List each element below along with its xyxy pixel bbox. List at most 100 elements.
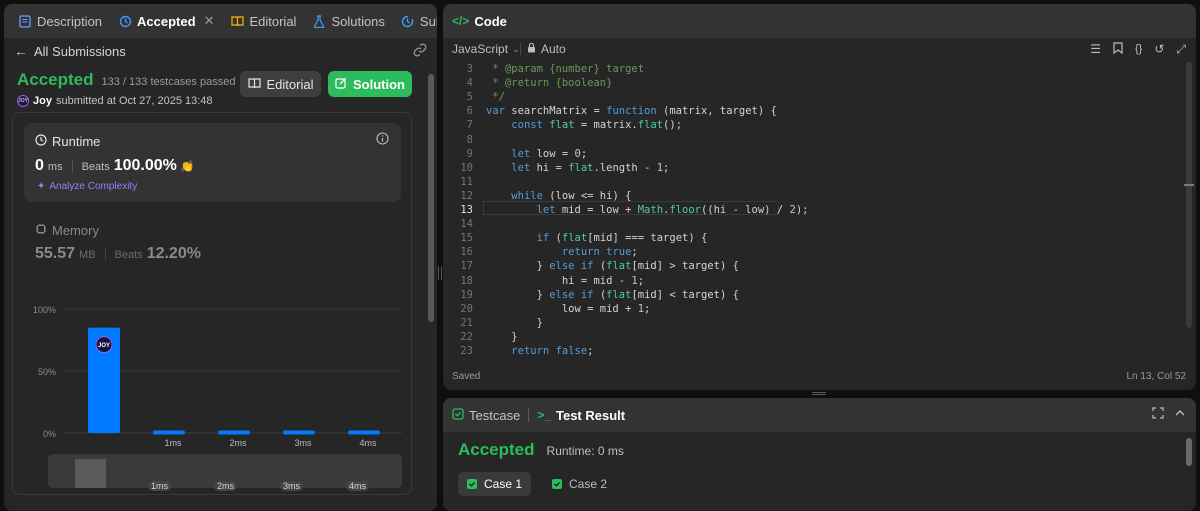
line-text: while (low <= hi) { <box>511 189 632 202</box>
all-submissions-link[interactable]: All Submissions <box>34 44 126 59</box>
test-result-panel: Testcase >_ Test Result Accepted Runtime… <box>443 398 1196 511</box>
language-select[interactable]: JavaScript ⌄ <box>452 42 520 56</box>
maximize-icon[interactable] <box>1152 407 1164 422</box>
vertical-resize-handle[interactable] <box>438 266 442 280</box>
runtime-beats: 100.00% <box>113 157 177 174</box>
solution-button[interactable]: Solution <box>328 71 412 97</box>
code-line[interactable]: 10 let hi = flat.length - 1; <box>443 161 1143 175</box>
x-tick-label: 4ms <box>359 438 377 447</box>
link-icon[interactable] <box>413 43 427 60</box>
auto-label: Auto <box>541 42 566 56</box>
line-number: 19 <box>460 288 473 301</box>
result-scrollbar[interactable] <box>1186 438 1192 466</box>
code-line[interactable]: 3 * @param {number} target <box>443 62 1143 76</box>
chevron-up-icon[interactable] <box>1174 407 1186 422</box>
editorial-button[interactable]: Editorial <box>240 71 321 97</box>
horizontal-resize-handle[interactable] <box>812 392 826 395</box>
overview-tick-label: 1ms <box>148 481 172 491</box>
line-number: 17 <box>460 260 473 273</box>
format-icon[interactable]: ☰ <box>1090 42 1101 56</box>
code-line[interactable]: 15 if (flat[mid] === target) { <box>443 231 1143 245</box>
line-number: 5 <box>466 91 473 104</box>
tab-accepted[interactable]: Accepted ✕ <box>112 4 220 38</box>
tab-label: Submissions <box>419 13 437 29</box>
tab-label: Editorial <box>249 13 297 29</box>
y-tick-label: 0% <box>43 429 56 439</box>
sparkle-icon: ✦ <box>37 181 46 192</box>
memory-beats-label: Beats <box>114 249 143 261</box>
code-line[interactable]: 22 } <box>443 330 1143 344</box>
tab-submissions[interactable]: Submissions <box>395 4 437 38</box>
code-panel: </> Code JavaScript ⌄ Auto ☰ {} ↺ ⤢ 3 * … <box>443 4 1196 390</box>
line-number: 9 <box>466 147 473 160</box>
braces-icon[interactable]: {} <box>1135 43 1142 55</box>
info-icon[interactable] <box>376 132 389 150</box>
line-text: * @param {number} target <box>486 63 645 75</box>
scrollbar[interactable] <box>428 74 434 322</box>
result-tab-bar: Testcase >_ Test Result <box>443 398 1196 432</box>
divider <box>104 248 106 260</box>
line-number: 15 <box>460 232 473 245</box>
code-title: Code <box>474 13 507 29</box>
book-icon <box>247 77 261 92</box>
editor-scrollbar[interactable] <box>1186 62 1192 328</box>
code-line[interactable]: 11 <box>443 175 1143 189</box>
tab-solutions[interactable]: Solutions <box>306 4 390 38</box>
line-number: 16 <box>460 246 473 259</box>
code-line[interactable]: 17 } else if (flat[mid] > target) { <box>443 259 1143 273</box>
testcases-passed: 133 / 133 testcases passed <box>101 76 236 88</box>
your-submission-label: JOY <box>98 343 110 349</box>
code-line[interactable]: 5 */ <box>443 90 1143 104</box>
close-icon[interactable]: ✕ <box>204 13 215 29</box>
arrow-left-icon[interactable]: ← <box>14 43 28 59</box>
tab-test-result[interactable]: >_ Test Result <box>531 398 631 432</box>
line-text: hi = mid - 1; <box>486 274 645 287</box>
code-line[interactable]: 18 hi = mid - 1; <box>443 274 1143 288</box>
editor-statusbar: Saved Ln 13, Col 52 <box>443 364 1196 390</box>
tab-testcase[interactable]: Testcase <box>452 398 526 432</box>
code-line[interactable]: 4 * @return {boolean} <box>443 76 1143 90</box>
tab-label: Solutions <box>331 13 385 29</box>
code-line[interactable]: 6 var searchMatrix = function (matrix, ta… <box>443 104 1143 118</box>
divider <box>71 160 73 172</box>
code-editor[interactable]: 3 * @param {number} target 4 * @return {b… <box>443 60 1196 360</box>
auto-mode[interactable]: Auto <box>527 42 566 56</box>
line-text: let low = 0; <box>511 147 588 160</box>
code-line[interactable]: 20 low = mid + 1; <box>443 302 1143 316</box>
code-line[interactable]: 21 } <box>443 316 1143 330</box>
history-icon <box>401 14 415 28</box>
code-line[interactable]: 23 return false; <box>443 344 1143 358</box>
submission-status: Accepted <box>17 70 94 89</box>
checkbox-icon <box>452 407 464 423</box>
memory-beats: 12.20% <box>146 245 201 262</box>
case-1-button[interactable]: Case 1 <box>458 472 531 496</box>
code-line[interactable]: 7 const flat = matrix.flat(); <box>443 118 1143 132</box>
result-status: Accepted <box>458 440 535 459</box>
line-text: var searchMatrix = function (matrix, tar… <box>486 105 777 118</box>
expand-icon[interactable]: ⤢ <box>1176 42 1186 57</box>
code-line[interactable]: 19 } else if (flat[mid] < target) { <box>443 288 1143 302</box>
code-line[interactable]: 13 let mid = low + Math.floor((hi - low)… <box>443 203 1143 217</box>
bookmark-icon[interactable] <box>1113 41 1123 57</box>
code-line[interactable]: 16 return true; <box>443 245 1143 259</box>
reset-icon[interactable]: ↺ <box>1154 42 1164 56</box>
case-2-button[interactable]: Case 2 <box>543 472 616 496</box>
editorial-label: Editorial <box>266 76 314 92</box>
tab-editorial[interactable]: Editorial <box>224 4 302 38</box>
lock-icon <box>527 42 536 56</box>
tab-divider <box>528 408 530 422</box>
code-line[interactable]: 14 <box>443 217 1143 231</box>
avatar[interactable]: JOY <box>17 95 29 107</box>
analyze-complexity-link[interactable]: ✦ Analyze Complexity <box>37 181 137 192</box>
code-line[interactable]: 12 while (low <= hi) { <box>443 189 1143 203</box>
username[interactable]: Joy <box>33 95 52 107</box>
tab-description[interactable]: Description <box>12 4 108 38</box>
runtime-card[interactable]: Runtime 0 ms Beats 100.00% 👏 ✦ Analyze C… <box>24 123 401 202</box>
analyze-label: Analyze Complexity <box>49 181 138 192</box>
code-line[interactable]: 8 <box>443 133 1143 147</box>
code-line[interactable]: 9 let low = 0; <box>443 147 1143 161</box>
left-tab-bar: Description Accepted ✕ Editorial Solutio… <box>4 4 437 38</box>
editor-toolbar: JavaScript ⌄ Auto ☰ {} ↺ ⤢ <box>443 38 1196 60</box>
memory-section[interactable]: Memory 55.57 MB Beats 12.20% <box>35 223 201 263</box>
flask-icon <box>312 14 326 28</box>
